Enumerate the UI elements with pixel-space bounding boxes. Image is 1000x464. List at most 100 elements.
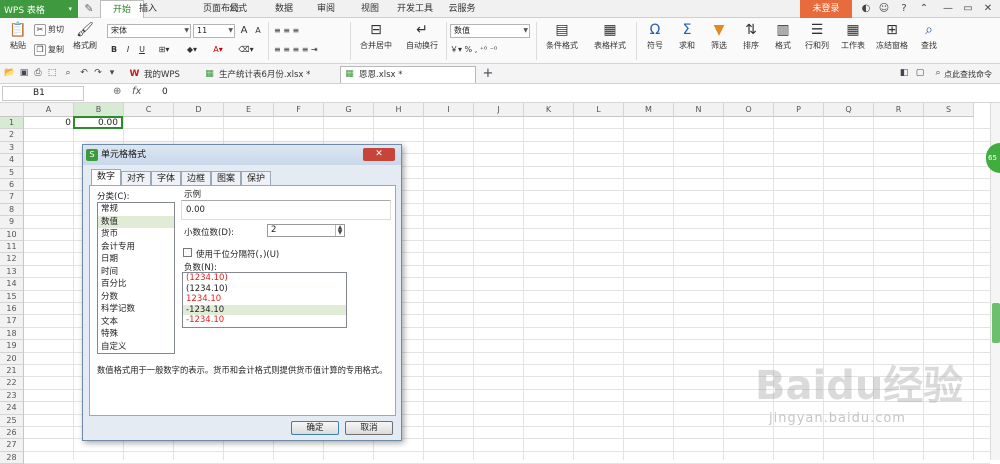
column-header[interactable]: G xyxy=(324,103,374,117)
find-button[interactable]: ⌕ 查找 xyxy=(914,22,944,51)
row-header[interactable]: 11 xyxy=(0,241,24,254)
undo-icon[interactable]: ↶ xyxy=(78,67,90,80)
tab-view[interactable]: 视图 xyxy=(350,0,390,18)
tab-dev-tools[interactable]: 开发工具 xyxy=(390,0,440,18)
category-item[interactable]: 常规 xyxy=(98,203,174,216)
paste-button[interactable]: 📋 粘贴 xyxy=(4,22,32,51)
tab-border[interactable]: 边框 xyxy=(181,171,211,186)
decimal-places-stepper[interactable]: 2 ▲ ▼ xyxy=(267,224,345,237)
skin-icon[interactable]: ◐ xyxy=(858,1,874,17)
scroll-thumb[interactable] xyxy=(992,303,1000,343)
open-icon[interactable]: 📂 xyxy=(4,67,16,80)
column-header[interactable]: E xyxy=(224,103,274,117)
row-header[interactable]: 21 xyxy=(0,365,24,378)
column-header[interactable]: F xyxy=(274,103,324,117)
category-item[interactable]: 数值 xyxy=(98,215,174,228)
category-list[interactable]: 常规 数值 货币 会计专用 日期 时间 百分比 分数 科学记数 文本 特殊 自定义 xyxy=(97,202,175,354)
save-icon[interactable]: ▣ xyxy=(18,67,30,80)
user-icon[interactable]: ☺ xyxy=(876,1,892,17)
row-header[interactable]: 25 xyxy=(0,414,24,427)
negative-format-item[interactable]: 1234.10 xyxy=(183,294,346,305)
category-item[interactable]: 自定义 xyxy=(98,341,174,354)
column-header[interactable]: L xyxy=(574,103,624,117)
negative-format-item[interactable]: (1234.10) xyxy=(183,273,346,284)
copy-button[interactable]: ❐ 复制 xyxy=(34,43,64,56)
row-header[interactable]: 9 xyxy=(0,216,24,229)
row-header[interactable]: 14 xyxy=(0,278,24,291)
row-header[interactable]: 4 xyxy=(0,154,24,167)
tab-number[interactable]: 数字 xyxy=(91,169,121,186)
print-icon[interactable]: ⎙ xyxy=(32,67,44,80)
row-header[interactable]: 18 xyxy=(0,327,24,341)
column-header[interactable]: Q xyxy=(824,103,874,117)
row-header[interactable]: 8 xyxy=(0,203,24,217)
select-all-corner[interactable] xyxy=(0,103,24,117)
command-search[interactable]: 点此查找命令 xyxy=(944,69,992,80)
font-color-icon[interactable]: A▾ xyxy=(206,43,230,56)
merge-center-button[interactable]: ⊟ 合并居中 xyxy=(354,22,398,51)
category-item[interactable]: 特殊 xyxy=(98,328,174,341)
spinner-arrows-icon[interactable]: ▲ ▼ xyxy=(335,225,344,236)
redo-icon[interactable]: ↷ xyxy=(92,67,104,80)
preview-icon[interactable]: ⌕ xyxy=(62,67,74,80)
export-icon[interactable]: ⬚ xyxy=(46,67,58,80)
category-item[interactable]: 分数 xyxy=(98,291,174,304)
increase-font-icon[interactable]: A xyxy=(238,24,250,37)
tab-review[interactable]: 审阅 xyxy=(306,0,346,18)
restore-icon[interactable]: ▭ xyxy=(960,1,976,17)
zoom-icon[interactable]: ⊕ xyxy=(113,86,121,97)
tab-font[interactable]: 字体 xyxy=(151,171,181,186)
cell-a1[interactable]: 0 xyxy=(25,117,73,129)
border-icon[interactable]: ⊞▾ xyxy=(152,43,176,56)
row-header[interactable]: 6 xyxy=(0,179,24,192)
row-header[interactable]: 27 xyxy=(0,439,24,452)
tab-protection[interactable]: 保护 xyxy=(241,171,271,186)
table-style-button[interactable]: ▦ 表格样式 xyxy=(588,22,632,51)
cut-button[interactable]: ✂ 剪切 xyxy=(34,23,64,36)
row-header[interactable]: 13 xyxy=(0,265,24,279)
underline-icon[interactable]: U xyxy=(136,43,148,56)
tab-production-file[interactable]: ▦ 生产统计表6月份.xlsx * xyxy=(200,66,338,83)
negative-format-item[interactable]: -1234.10 xyxy=(183,315,346,326)
close-icon[interactable]: ✕ xyxy=(980,1,996,17)
search-icon[interactable]: ⌕ xyxy=(932,67,944,80)
row-header[interactable]: 10 xyxy=(0,228,24,241)
column-header[interactable]: S xyxy=(924,103,974,117)
row-header[interactable]: 19 xyxy=(0,340,24,353)
column-header[interactable]: N xyxy=(674,103,724,117)
ok-button[interactable]: 确定 xyxy=(291,421,339,435)
negative-format-item[interactable]: -1234.10 xyxy=(183,304,346,315)
row-header[interactable]: 5 xyxy=(0,166,24,179)
category-item[interactable]: 文本 xyxy=(98,316,174,329)
column-header[interactable]: I xyxy=(424,103,474,117)
dialog-title-bar[interactable]: S 单元格格式 ✕ xyxy=(83,145,401,165)
help-icon[interactable]: ? xyxy=(896,1,912,17)
tab-enen-file[interactable]: ▦ 恩恩.xlsx * xyxy=(340,66,476,83)
tab-data[interactable]: 数据 xyxy=(264,0,304,18)
dialog-close-button[interactable]: ✕ xyxy=(363,148,395,161)
column-header[interactable]: D xyxy=(174,103,224,117)
negative-numbers-list[interactable]: (1234.10) (1234.10) 1234.10 -1234.10 -1234.1… xyxy=(182,272,347,328)
row-header[interactable]: 23 xyxy=(0,389,24,403)
sort-button[interactable]: ⇅ 排序 xyxy=(736,22,766,51)
tab-pattern[interactable]: 图案 xyxy=(211,171,241,186)
row-header[interactable]: 17 xyxy=(0,315,24,328)
row-header[interactable]: 24 xyxy=(0,402,24,415)
category-item[interactable]: 百分比 xyxy=(98,278,174,291)
formula-input[interactable]: 0 xyxy=(162,87,168,97)
negative-format-item[interactable]: (1234.10) xyxy=(183,284,346,295)
cell-b1-selected[interactable]: 0.00 xyxy=(73,116,123,129)
row-header[interactable]: 2 xyxy=(0,129,24,142)
column-header[interactable]: H xyxy=(374,103,424,117)
column-header[interactable]: J xyxy=(474,103,524,117)
vertical-align-icons[interactable]: ≡ ≡ ≡ xyxy=(274,24,334,37)
column-header[interactable]: M xyxy=(624,103,674,117)
tab-my-wps[interactable]: W 我的WPS xyxy=(125,66,195,83)
box-icon[interactable]: ▢ xyxy=(914,67,926,80)
clear-icon[interactable]: ⌫▾ xyxy=(234,43,258,56)
minimize-ribbon-icon[interactable]: ⌃ xyxy=(916,1,932,17)
brush-icon[interactable]: ✎ xyxy=(78,0,100,18)
row-header[interactable]: 20 xyxy=(0,352,24,365)
row-header[interactable]: 22 xyxy=(0,377,24,390)
font-size-select[interactable]: 11 ▼ xyxy=(193,24,235,38)
